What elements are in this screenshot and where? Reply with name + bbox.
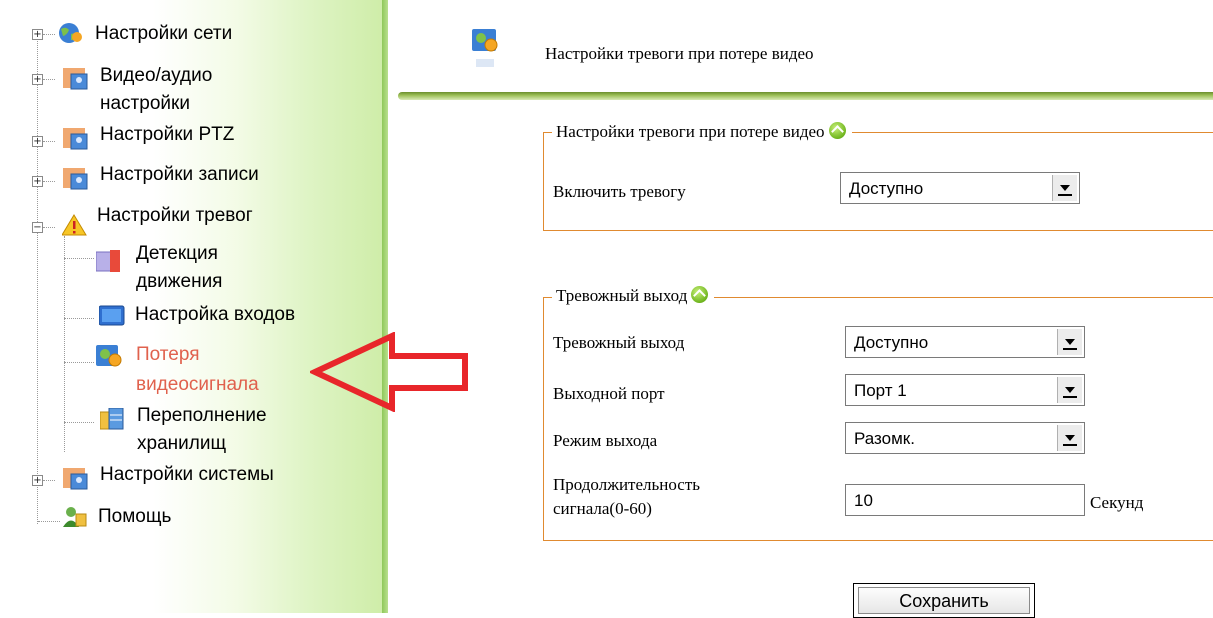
- annotation-arrow-icon: [310, 332, 468, 412]
- duration-input[interactable]: 10: [845, 484, 1085, 516]
- chevron-down-icon[interactable]: [1057, 377, 1082, 403]
- duration-label-line: Продолжительность: [553, 475, 700, 494]
- video-icon: [63, 128, 88, 150]
- fieldset-legend-text: Тревожный выход: [556, 286, 688, 305]
- enable-alarm-select[interactable]: Доступно: [840, 172, 1080, 204]
- sidebar-item-label: Настройки сети: [95, 23, 233, 44]
- sidebar-item-label: Детекция: [136, 243, 218, 264]
- tree-line: [64, 362, 94, 363]
- enable-alarm-label: Включить тревогу: [553, 182, 686, 201]
- sidebar-item-label: Видео/аудио: [100, 65, 213, 86]
- duration-label-line: сигнала(0-60): [553, 499, 652, 518]
- fieldset-legend-text: Настройки тревоги при потере видео: [556, 122, 825, 141]
- motion-icon: [96, 250, 120, 272]
- sidebar: + Настройки сети + Видео/аудио настройки…: [0, 0, 382, 613]
- tree-line: [43, 141, 55, 142]
- expand-toggle-recording[interactable]: +: [32, 176, 43, 187]
- tree-line: [43, 480, 55, 481]
- expand-toggle-system[interactable]: +: [32, 475, 43, 486]
- sidebar-item-label: Настройки тревог: [97, 205, 253, 226]
- sidebar-item-label: Потеря: [136, 344, 200, 365]
- globe-icon: [59, 23, 82, 43]
- output-port-select[interactable]: Порт 1: [845, 374, 1085, 406]
- tree-line: [43, 227, 55, 228]
- chevron-down-icon[interactable]: [1057, 329, 1082, 355]
- warning-icon: [62, 214, 87, 236]
- video-icon: [63, 68, 88, 90]
- chevron-down-icon[interactable]: [1057, 425, 1082, 451]
- tree-line: [64, 318, 94, 319]
- help-icon: [63, 507, 87, 527]
- input-value: 10: [854, 491, 873, 510]
- collapse-section-icon[interactable]: [828, 122, 846, 139]
- expand-toggle-network[interactable]: +: [32, 29, 43, 40]
- sidebar-divider: [382, 0, 388, 613]
- tree-line: [38, 521, 60, 522]
- header-divider: [398, 92, 1213, 100]
- select-value: Доступно: [854, 333, 929, 352]
- output-mode-select[interactable]: Разомк.: [845, 422, 1085, 454]
- storage-icon: [100, 408, 124, 430]
- sidebar-item-label: Переполнение: [137, 405, 267, 426]
- sidebar-item-label: настройки: [100, 93, 190, 114]
- video-loss-icon: [96, 345, 122, 367]
- collapse-toggle-alarms[interactable]: −: [32, 222, 43, 233]
- tree-line: [37, 34, 38, 524]
- sidebar-item-label: видеосигнала: [136, 374, 259, 395]
- sidebar-item-label: движения: [136, 271, 223, 292]
- alarm-output-label: Тревожный выход: [553, 333, 685, 352]
- expand-toggle-video-audio[interactable]: +: [32, 74, 43, 85]
- sidebar-item-label: Помощь: [98, 506, 172, 527]
- sidebar-item-label: Настройка входов: [135, 304, 296, 325]
- select-value: Порт 1: [854, 381, 907, 400]
- tree-line: [64, 236, 65, 452]
- alarm-settings-legend: Настройки тревоги при потере видео: [552, 122, 852, 142]
- output-mode-label: Режим выхода: [553, 431, 658, 450]
- monitor-icon: [99, 305, 125, 326]
- tree-line: [43, 34, 55, 35]
- duration-unit: Секунд: [1090, 493, 1144, 512]
- video-icon: [63, 468, 88, 490]
- video-loss-icon: [472, 29, 498, 67]
- sidebar-item-label: хранилищ: [137, 433, 227, 454]
- tree-line: [64, 258, 94, 259]
- alarm-output-select[interactable]: Доступно: [845, 326, 1085, 358]
- collapse-section-icon[interactable]: [691, 286, 709, 303]
- sidebar-item-label: Настройки системы: [100, 464, 274, 485]
- chevron-down-icon[interactable]: [1052, 175, 1077, 201]
- tree-line: [43, 181, 55, 182]
- page-title: Настройки тревоги при потере видео: [545, 44, 814, 63]
- duration-label: Продолжительность сигнала(0-60): [553, 475, 700, 519]
- select-value: Разомк.: [854, 429, 915, 448]
- tree-line: [43, 79, 55, 80]
- video-icon: [63, 168, 88, 190]
- output-port-label: Выходной порт: [553, 384, 665, 403]
- expand-toggle-ptz[interactable]: +: [32, 136, 43, 147]
- save-button-label: Сохранить: [858, 587, 1030, 614]
- alarm-output-legend: Тревожный выход: [552, 286, 715, 306]
- select-value: Доступно: [849, 179, 924, 198]
- sidebar-item-label: Настройки PTZ: [100, 124, 235, 145]
- sidebar-item-label: Настройки записи: [100, 164, 259, 185]
- tree-line: [64, 422, 94, 423]
